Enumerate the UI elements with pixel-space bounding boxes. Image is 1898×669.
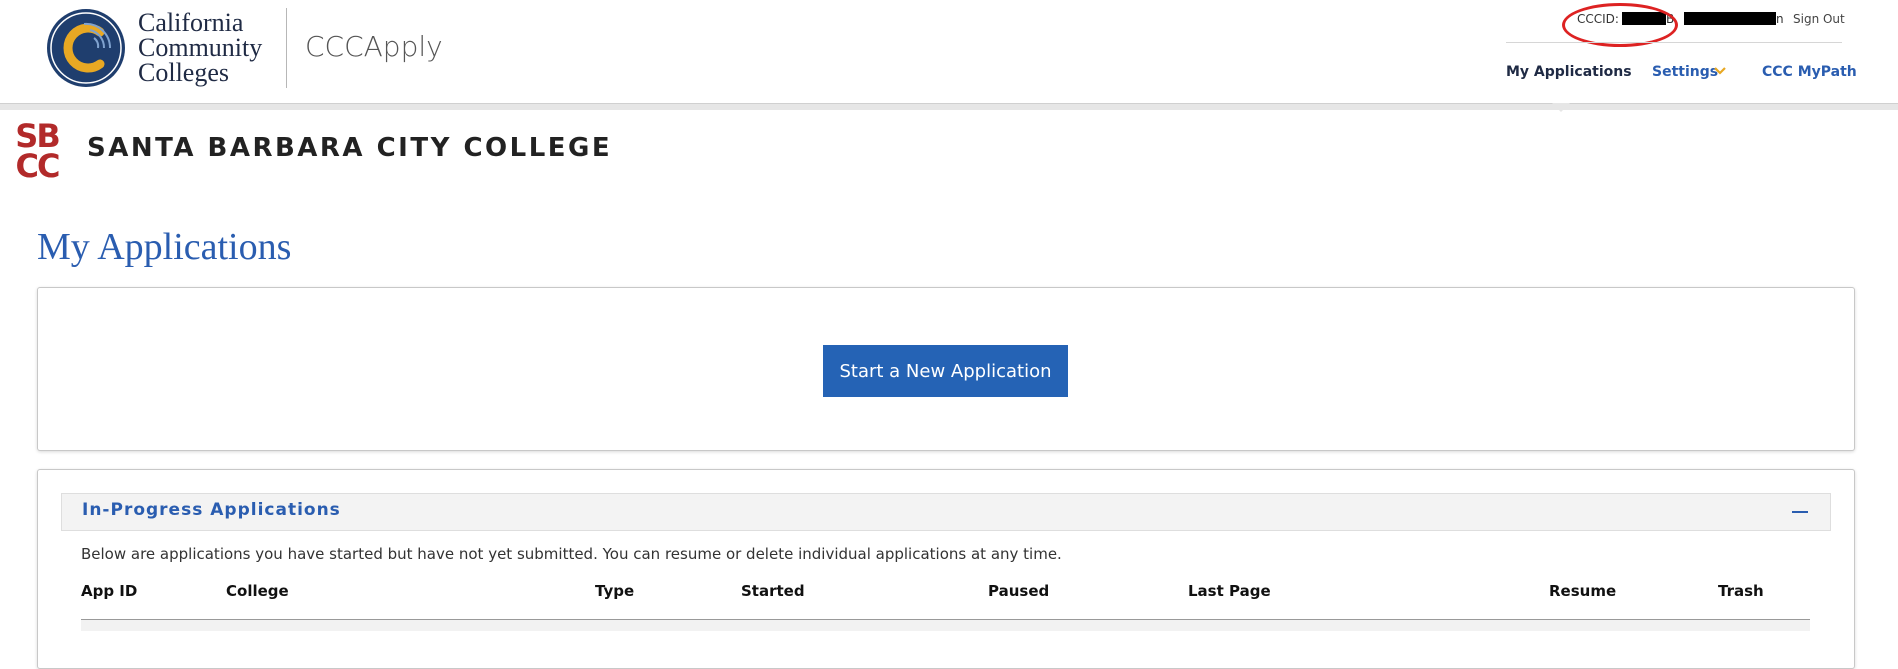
- app-name: CCCApply: [305, 30, 443, 63]
- start-new-application-button[interactable]: Start a New Application: [823, 345, 1068, 397]
- column-header-paused: Paused: [988, 582, 1050, 600]
- in-progress-description: Below are applications you have started …: [81, 545, 1062, 563]
- sbcc-logo: SB CC: [15, 119, 61, 179]
- nav-ccc-mypath[interactable]: CCC MyPath: [1762, 64, 1857, 80]
- nav-settings[interactable]: Settings: [1652, 64, 1718, 80]
- header-divider: [286, 8, 287, 88]
- header-bottom-rule: [0, 103, 1898, 110]
- active-tab-indicator: [1552, 103, 1570, 112]
- header-utility-divider: [1506, 42, 1842, 43]
- collapse-minus-icon[interactable]: [1792, 511, 1808, 513]
- in-progress-title: In-Progress Applications: [82, 500, 341, 520]
- ccc-wordmark-line3: Colleges: [138, 58, 229, 87]
- column-header-trash: Trash: [1718, 582, 1764, 600]
- sign-out-link[interactable]: Sign Out: [1793, 12, 1845, 26]
- column-header-started: Started: [741, 582, 805, 600]
- column-header-type: Type: [595, 582, 635, 600]
- ccc-wordmark[interactable]: California Community Colleges: [138, 8, 263, 87]
- column-header-college: College: [226, 582, 289, 600]
- column-header-app-id: App ID: [81, 582, 138, 600]
- sbcc-logo-bottom: CC: [16, 147, 59, 179]
- ccc-seal-logo[interactable]: [46, 8, 126, 88]
- column-header-resume: Resume: [1549, 582, 1617, 600]
- table-row: [81, 620, 1810, 631]
- ccc-wordmark-line1: California: [138, 8, 244, 37]
- nav-my-applications[interactable]: My Applications: [1506, 64, 1632, 80]
- chevron-down-icon[interactable]: [1714, 66, 1726, 76]
- user-name-trail: n: [1776, 12, 1784, 26]
- redacted-user-name: [1684, 12, 1776, 25]
- ccc-wordmark-line2: Community: [138, 33, 263, 62]
- column-header-last-page: Last Page: [1188, 582, 1271, 600]
- page-title: My Applications: [37, 226, 292, 268]
- college-name: SANTA BARBARA CITY COLLEGE: [87, 133, 613, 163]
- annotation-circle: [1562, 3, 1678, 47]
